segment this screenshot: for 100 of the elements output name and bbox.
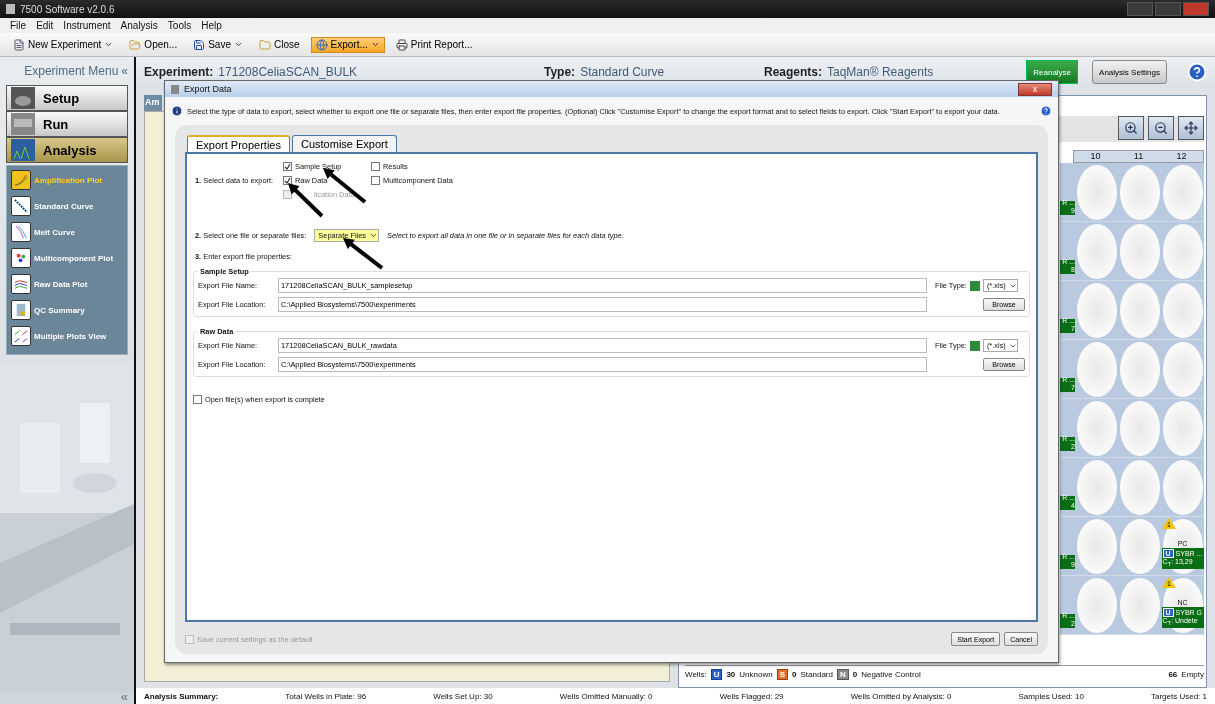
- help-icon[interactable]: [1187, 62, 1207, 82]
- column-header: 11: [1132, 151, 1145, 162]
- plate-well[interactable]: [1162, 459, 1203, 515]
- plate-well[interactable]: [1119, 577, 1160, 633]
- chart-icon: [12, 197, 30, 215]
- sidebar-item[interactable]: Standard Curve: [7, 196, 127, 216]
- sidebar-item[interactable]: Multiple Plots View: [7, 326, 127, 346]
- status-item: Targets Used: 1: [1150, 691, 1207, 701]
- instrument-icon: [11, 87, 35, 109]
- reagents-value: TaqMan® Reagents: [827, 65, 934, 79]
- legend-count: 0: [792, 670, 797, 679]
- legend-count: 0: [852, 670, 858, 679]
- toolbar-button[interactable]: New Experiment: [8, 36, 119, 53]
- tab[interactable]: Customise Export: [292, 135, 397, 152]
- status-item: Wells Omitted by Analysis: 0: [850, 691, 952, 701]
- plate-well[interactable]: [1119, 341, 1160, 397]
- type-label: Type:: [544, 65, 576, 79]
- folder-icon: [258, 38, 271, 51]
- plate-well[interactable]: [1162, 341, 1203, 397]
- panel-tab[interactable]: Am: [144, 95, 162, 111]
- status-title: Analysis Summary:: [144, 691, 219, 701]
- experiment-label: Experiment:: [144, 65, 214, 79]
- status-item: Total Wells in Plate: 96: [285, 691, 367, 701]
- menu-item[interactable]: Help: [201, 20, 222, 31]
- step-button[interactable]: Run: [6, 111, 128, 137]
- fit-button[interactable]: [1178, 116, 1204, 140]
- type-value: Standard Curve: [580, 65, 665, 79]
- legend-label: Unknown: [739, 670, 773, 679]
- plate-well[interactable]: [1076, 282, 1117, 338]
- unknown-badge: U: [710, 669, 723, 680]
- toolbar-button[interactable]: Print Report...: [390, 36, 478, 53]
- menu-item[interactable]: Tools: [167, 20, 192, 31]
- app-icon: [6, 4, 15, 14]
- menu-item[interactable]: Analysis: [120, 20, 158, 31]
- step-button[interactable]: Analysis: [6, 137, 128, 163]
- toolbar-button[interactable]: Save: [188, 36, 248, 53]
- plate-well[interactable]: [1076, 164, 1117, 220]
- sidebar-item[interactable]: Raw Data Plot: [7, 274, 127, 294]
- plate-well[interactable]: [1076, 577, 1117, 633]
- spreadsheet-icon: [969, 340, 980, 351]
- document-icon: [13, 38, 25, 51]
- column-header: 10: [1089, 151, 1102, 162]
- toolbar-button[interactable]: Export...: [310, 36, 385, 53]
- plate-well[interactable]: [1119, 282, 1160, 338]
- plate-well[interactable]: [1162, 164, 1203, 220]
- step-button[interactable]: Setup: [6, 85, 128, 111]
- zoom-in-button[interactable]: [1118, 116, 1144, 140]
- plate-well[interactable]: [1076, 341, 1117, 397]
- zoom-out-button[interactable]: [1148, 116, 1174, 140]
- window-close-button[interactable]: [1183, 2, 1209, 16]
- caret-icon: [370, 40, 380, 49]
- experiment-name: 171208CeliaSCAN_BULK: [218, 65, 358, 79]
- chart-icon: [11, 139, 35, 161]
- sidebar-item[interactable]: Melt Curve: [7, 222, 127, 242]
- collapse-button[interactable]: «: [121, 64, 128, 78]
- toolbar-button[interactable]: Open...: [124, 36, 183, 53]
- plate-well[interactable]: [1076, 518, 1117, 574]
- zoom-in-icon: [1124, 121, 1138, 135]
- legend-count: 66: [1168, 670, 1178, 679]
- maximize-button[interactable]: [1155, 2, 1181, 16]
- sidebar-title: Experiment Menu: [24, 64, 119, 78]
- legend-count: 30: [726, 670, 736, 679]
- spreadsheet-icon: [969, 280, 980, 291]
- info-icon: [171, 105, 183, 117]
- analysis-settings-button[interactable]: Analysis Settings: [1092, 60, 1167, 84]
- caret-icon: [369, 231, 378, 240]
- negative-control-badge: N: [836, 669, 849, 680]
- minimize-button[interactable]: [1127, 2, 1153, 16]
- dialog-close-button[interactable]: x: [1018, 82, 1052, 96]
- menu-item[interactable]: File: [10, 20, 27, 31]
- plate-well[interactable]: [1076, 459, 1117, 515]
- plate-well[interactable]: [1162, 400, 1203, 456]
- standard-badge: S: [776, 669, 789, 680]
- help-icon[interactable]: [1040, 105, 1052, 117]
- plate-well[interactable]: [1119, 459, 1160, 515]
- plate-well[interactable]: [1076, 400, 1117, 456]
- sidebar-item[interactable]: Multicomponent Plot: [7, 248, 127, 268]
- save-icon: [193, 38, 206, 51]
- chart-icon: [12, 327, 30, 345]
- folder-icon: [129, 38, 142, 51]
- status-item: Wells Set Up: 30: [433, 691, 493, 701]
- reagents-label: Reagents:: [764, 65, 822, 79]
- plate-well[interactable]: [1076, 223, 1117, 279]
- caret-icon: [233, 40, 243, 49]
- menu-item[interactable]: Edit: [36, 20, 54, 31]
- menu-item[interactable]: Instrument: [63, 20, 111, 31]
- plate-well[interactable]: [1119, 164, 1160, 220]
- legend-label: Negative Control: [861, 670, 921, 679]
- plate-well[interactable]: [1162, 223, 1203, 279]
- plate-well[interactable]: [1119, 518, 1160, 574]
- plate-well[interactable]: [1162, 282, 1203, 338]
- status-item: Wells Flagged: 29: [719, 691, 784, 701]
- sidebar-item[interactable]: QC Summary: [7, 300, 127, 320]
- plate-well[interactable]: [1119, 223, 1160, 279]
- tab[interactable]: Export Properties: [187, 135, 290, 152]
- toolbar-button[interactable]: Close: [253, 36, 305, 53]
- globe-icon: [315, 38, 328, 51]
- legend-label: Standard: [800, 670, 833, 679]
- plate-well[interactable]: [1119, 400, 1160, 456]
- caret-icon: [104, 40, 114, 49]
